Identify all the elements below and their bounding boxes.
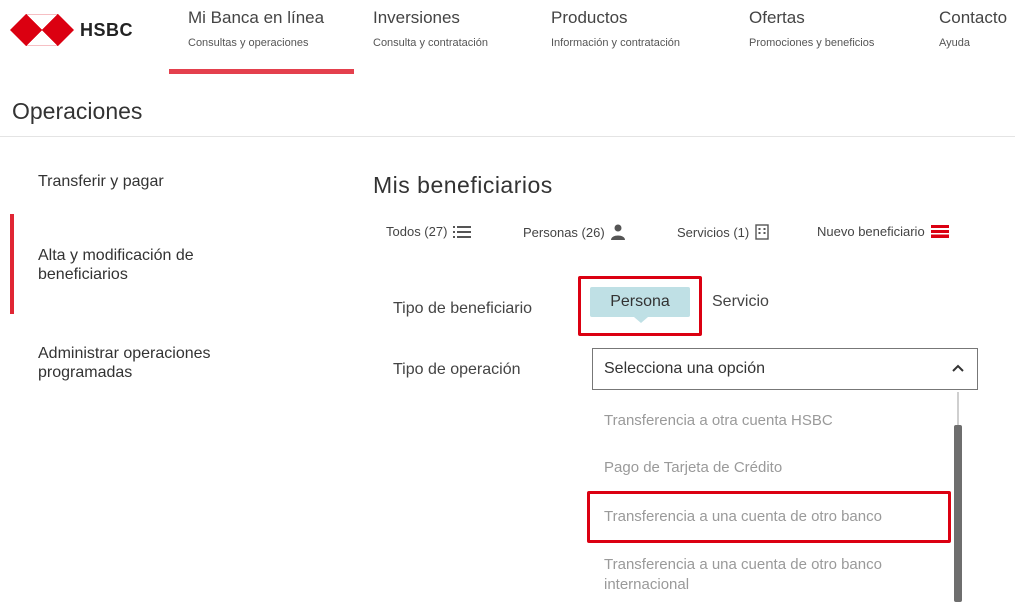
divider (0, 136, 1015, 137)
nav-item-inversiones[interactable]: Inversiones Consulta y contratación (373, 8, 488, 49)
nav-item-subtitle: Información y contratación (551, 37, 681, 49)
nav-item-title: Inversiones (373, 8, 460, 27)
sidebar-item-transferir-pagar[interactable]: Transferir y pagar (38, 172, 164, 191)
dropdown-option[interactable]: Transferencia a una cuenta de otro banco… (604, 555, 944, 595)
person-icon (610, 224, 625, 240)
nav-item-contacto[interactable]: Contacto Ayuda (939, 8, 1007, 49)
page-title: Operaciones (12, 98, 143, 124)
section-title: Mis beneficiarios (373, 172, 553, 198)
filter-label: Nuevo beneficiario (817, 224, 925, 239)
filter-personas[interactable]: Personas (26) (523, 224, 625, 240)
filter-todos[interactable]: Todos (27) (386, 224, 472, 239)
toggle-persona-button[interactable]: Persona (590, 287, 690, 317)
selected-notch (634, 317, 648, 323)
nav-item-productos[interactable]: Productos Información y contratación (551, 8, 680, 49)
nav-item-title: Mi Banca en línea (188, 8, 325, 27)
hsbc-logo[interactable]: HSBC (10, 14, 133, 46)
toggle-servicio-button[interactable]: Servicio (712, 293, 769, 311)
sidebar-item-operaciones-programadas[interactable]: Administrar operaciones programadas (38, 344, 258, 382)
nav-item-title: Ofertas (749, 8, 805, 27)
filter-nuevo-beneficiario[interactable]: Nuevo beneficiario (817, 224, 949, 239)
nav-item-title: Contacto (939, 8, 1008, 27)
filter-label: Personas (26) (523, 224, 605, 240)
nav-item-ofertas[interactable]: Ofertas Promociones y beneficios (749, 8, 874, 49)
nav-item-subtitle: Ayuda (939, 37, 970, 49)
brand-name: HSBC (80, 19, 134, 40)
operation-type-select[interactable]: Selecciona una opción (592, 348, 978, 390)
chevron-up-icon (952, 364, 964, 372)
hsbc-hexagon-icon (10, 14, 74, 46)
building-icon (755, 224, 769, 240)
nav-item-mi-banca[interactable]: Mi Banca en línea Consultas y operacione… (188, 8, 324, 49)
sidebar-item-alta-beneficiarios[interactable]: Alta y modificación de beneficiarios (38, 246, 248, 284)
active-nav-indicator (169, 69, 354, 74)
dropdown-option[interactable]: Pago de Tarjeta de Crédito (604, 459, 782, 476)
filter-label: Servicios (1) (677, 224, 750, 240)
dropdown-option[interactable]: Transferencia a otra cuenta HSBC (604, 412, 833, 429)
scrollbar-track (957, 392, 959, 426)
sidebar-active-indicator (10, 214, 14, 314)
highlight-box (587, 491, 951, 543)
nav-item-subtitle: Consulta y contratación (373, 37, 488, 49)
beneficiary-type-label: Tipo de beneficiario (393, 300, 533, 317)
filter-servicios[interactable]: Servicios (1) (677, 224, 769, 240)
dropdown-scrollbar[interactable] (954, 425, 962, 602)
list-icon (453, 225, 472, 238)
select-value: Selecciona una opción (604, 360, 766, 377)
add-card-icon (930, 225, 949, 238)
nav-item-title: Productos (551, 8, 628, 27)
nav-item-subtitle: Promociones y beneficios (749, 37, 875, 49)
filter-label: Todos (27) (386, 224, 448, 239)
nav-item-subtitle: Consultas y operaciones (188, 37, 309, 49)
operation-type-label: Tipo de operación (393, 361, 521, 378)
